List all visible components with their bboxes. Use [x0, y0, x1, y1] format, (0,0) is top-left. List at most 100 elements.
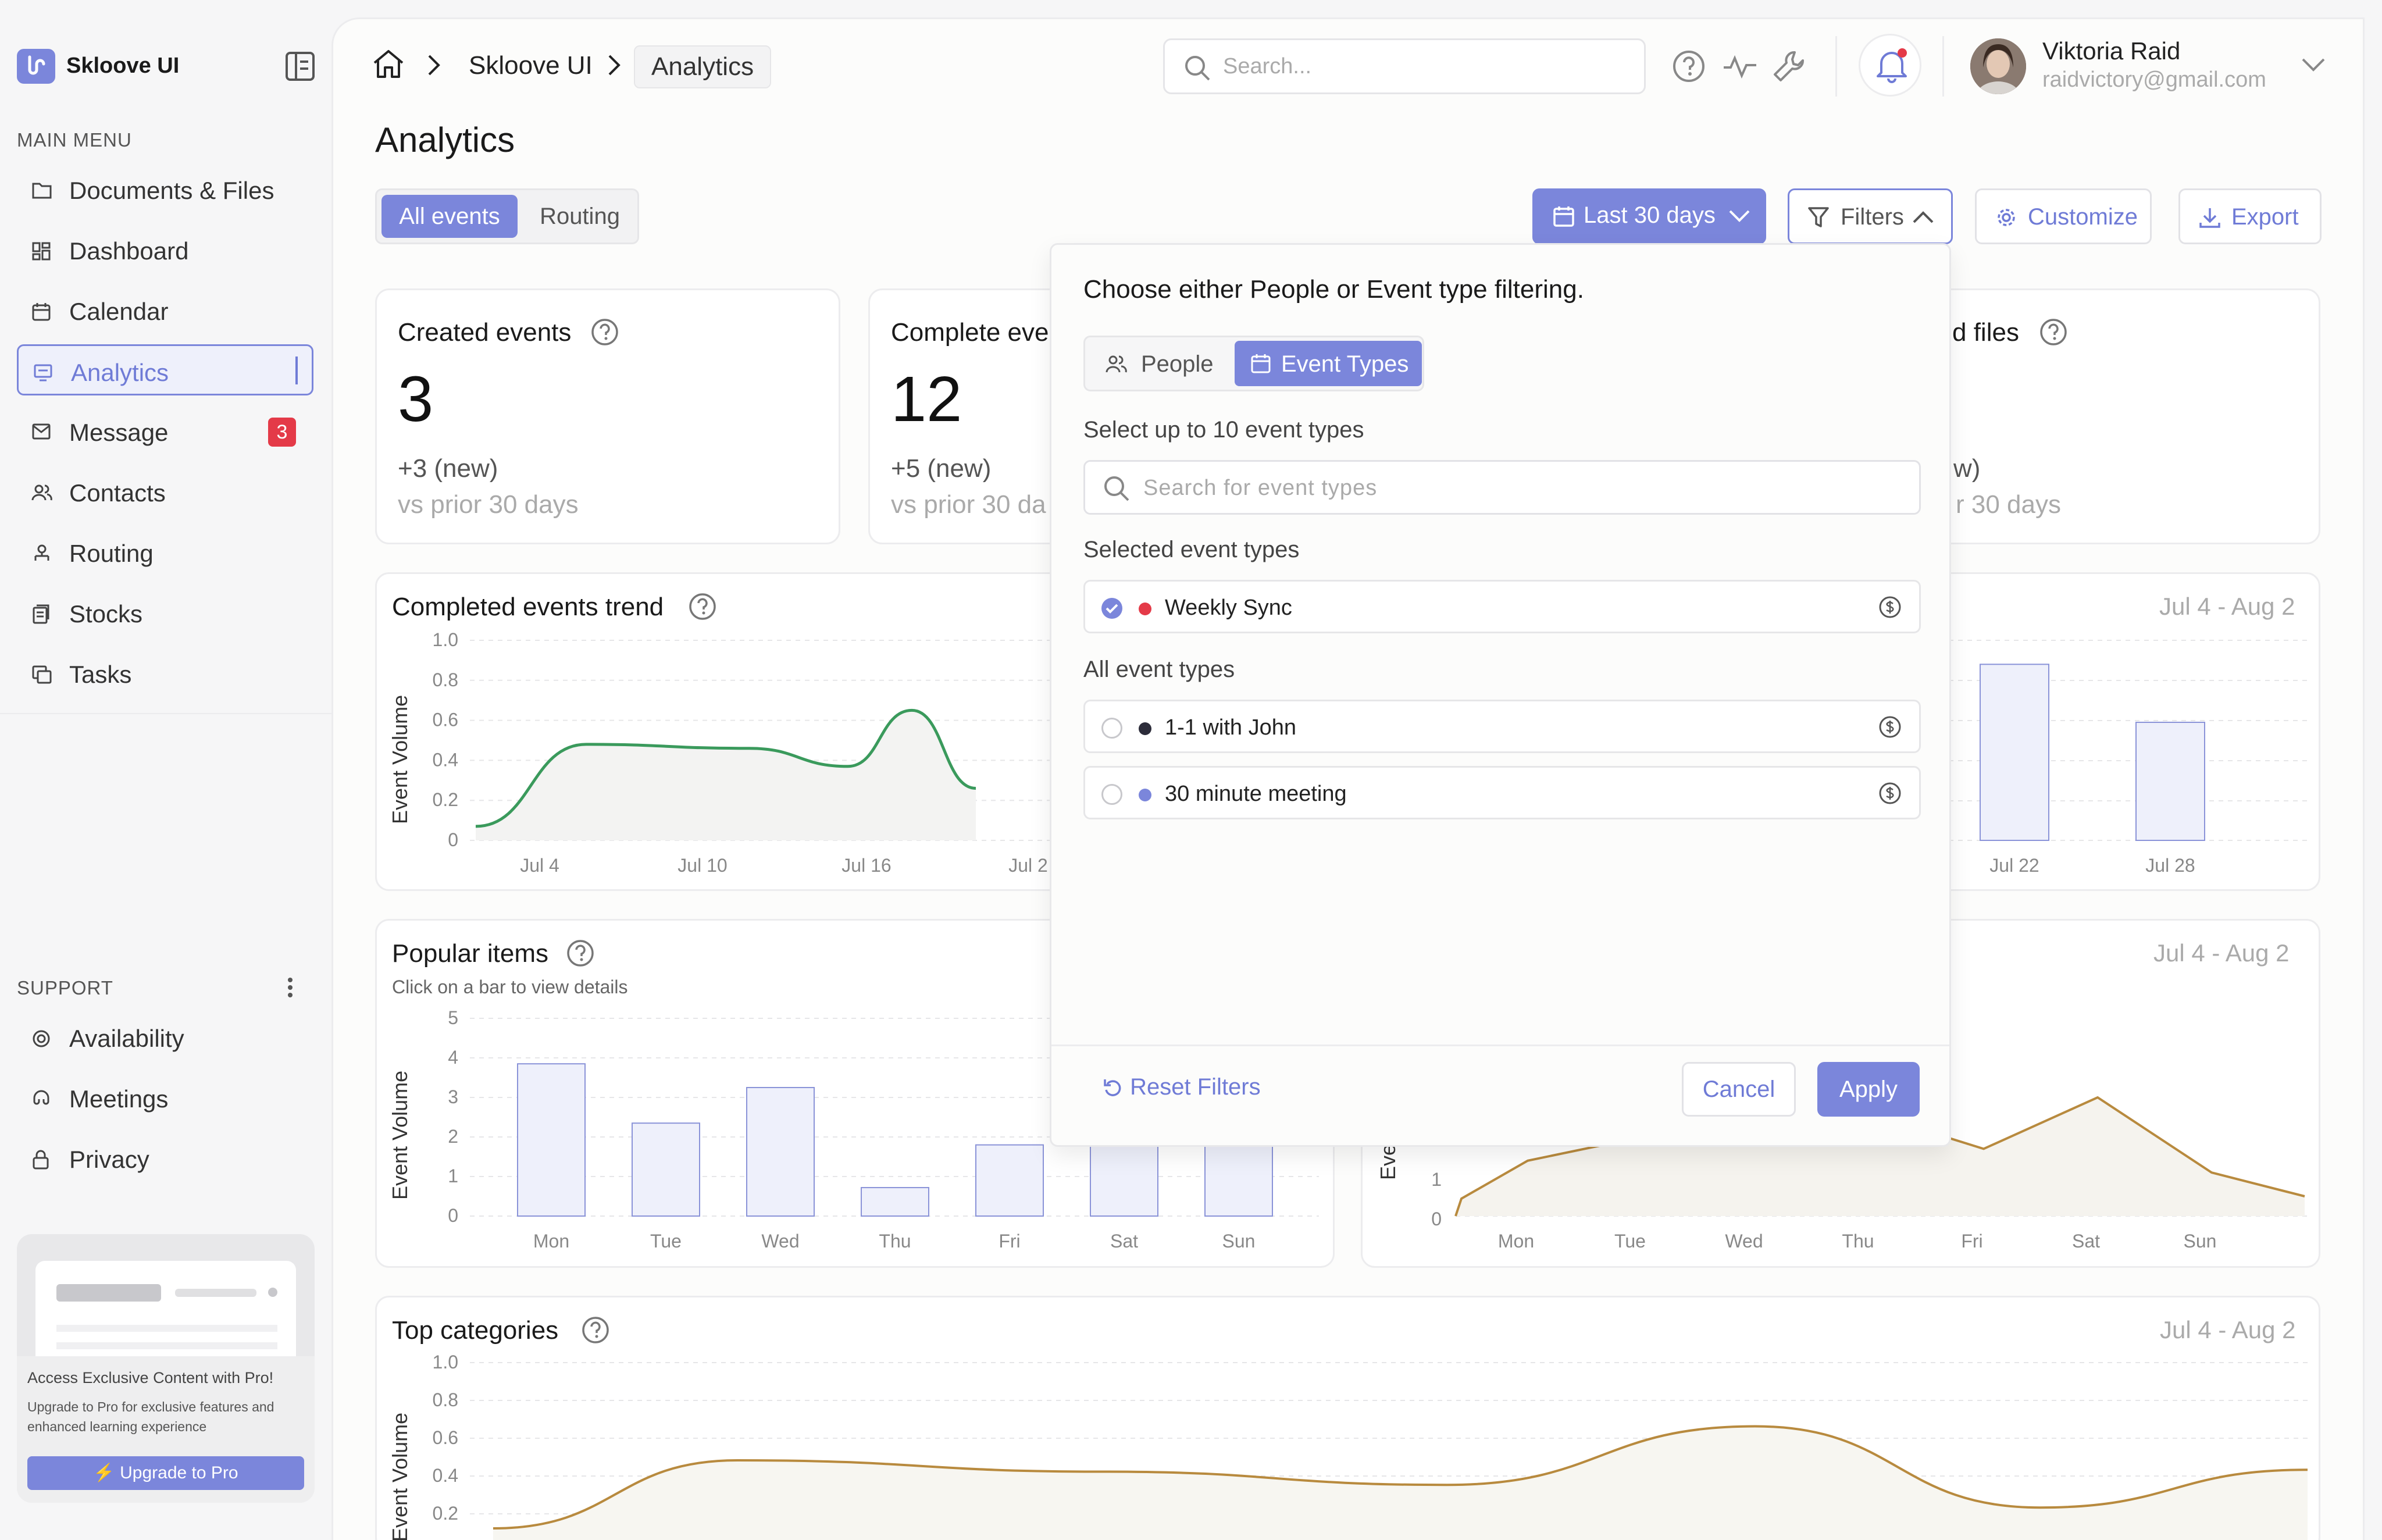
calendar-icon [32, 302, 51, 324]
notification-button[interactable] [1859, 34, 1921, 97]
toggle-people[interactable]: People [1091, 341, 1225, 386]
chevron-down-icon[interactable] [2302, 57, 2325, 75]
sidebar-item-meetings[interactable]: Meetings [17, 1072, 313, 1124]
avatar[interactable] [1970, 38, 2026, 94]
sidebar-item-label: Tasks [69, 661, 132, 688]
toggle-events-label: Event Types [1281, 351, 1409, 377]
y-axis-title: Event Volume [388, 1071, 412, 1200]
stat-card-created[interactable]: Created events 3 +3 (new) vs prior 30 da… [375, 288, 840, 544]
activity-icon[interactable] [1723, 52, 1757, 83]
x-tick-label: Thu [879, 1231, 911, 1252]
x-tick-label: Tue [1614, 1231, 1646, 1252]
tasks-icon [32, 665, 52, 687]
apply-button[interactable]: Apply [1817, 1062, 1920, 1117]
x-tick-label: Sat [2072, 1231, 2100, 1252]
routing-icon [32, 544, 52, 566]
sidebar-divider [0, 713, 331, 714]
reset-filters-button[interactable]: Reset Filters [1103, 1074, 1261, 1100]
bar [861, 1187, 929, 1217]
filters-button[interactable]: Filters [1788, 188, 1953, 244]
sidebar-item-label: Documents & Files [69, 177, 274, 204]
x-tick-label: Wed [1725, 1231, 1763, 1252]
sidebar-item-stocks[interactable]: Stocks [17, 587, 313, 639]
selected-types-label: Selected event types [1083, 537, 1300, 562]
sidebar-item-label: Analytics [71, 359, 169, 386]
tab-routing[interactable]: Routing [526, 195, 634, 238]
y-tick-label: 1 [448, 1165, 458, 1186]
x-tick-label: Jul 10 [677, 855, 727, 876]
checked-radio-icon[interactable] [1100, 597, 1124, 623]
event-type-search-input[interactable]: Search for event types [1083, 460, 1921, 515]
sidebar-item-label: Routing [69, 540, 154, 567]
event-name: Weekly Sync [1165, 596, 1292, 620]
promo-subtitle: Upgrade to Pro for exclusive features an… [27, 1399, 274, 1434]
more-vertical-icon[interactable] [287, 977, 293, 1001]
customize-button[interactable]: Customize [1975, 188, 2152, 244]
radio-unchecked[interactable] [1101, 718, 1122, 739]
x-tick-label: Jul 22 [1989, 855, 2039, 876]
y-axis-title: Event Volume [388, 695, 412, 824]
select-limit-label: Select up to 10 event types [1083, 417, 1364, 443]
x-tick-label: Sun [2184, 1231, 2217, 1252]
lightning-icon: ⚡ [93, 1463, 120, 1482]
bar [1980, 664, 2049, 841]
sidebar-collapse-icon[interactable] [285, 51, 315, 84]
sidebar-item-privacy[interactable]: Privacy [17, 1133, 313, 1184]
stat-delta: +3 (new) [398, 454, 498, 483]
stat-compare: vs prior 30 days [398, 490, 579, 519]
date-range-button[interactable]: Last 30 days [1532, 188, 1766, 244]
sidebar-item-documents[interactable]: Documents & Files [17, 164, 313, 215]
sidebar-item-analytics[interactable]: Analytics [17, 344, 313, 395]
sidebar-item-availability[interactable]: Availability [17, 1012, 313, 1063]
event-name: 30 minute meeting [1165, 782, 1347, 806]
sidebar-item-dashboard[interactable]: Dashboard [17, 224, 313, 276]
radio-unchecked[interactable] [1101, 784, 1122, 805]
y-tick-label: 0.8 [433, 669, 458, 690]
search-icon [1183, 54, 1211, 85]
y-tick-label: 0.6 [433, 1427, 458, 1448]
export-button[interactable]: Export [2178, 188, 2322, 244]
home-icon[interactable] [372, 49, 405, 82]
help-icon[interactable] [591, 318, 619, 349]
bell-icon [1875, 47, 1908, 87]
search-placeholder: Search... [1223, 54, 1312, 79]
y-tick-label: 0.8 [433, 1389, 458, 1410]
meetings-icon [32, 1090, 51, 1111]
help-icon[interactable] [2039, 318, 2067, 349]
search-input[interactable]: Search... [1163, 38, 1646, 94]
chevron-right-icon [427, 55, 441, 79]
wrench-icon[interactable] [1773, 49, 1806, 85]
breadcrumb-item[interactable]: Skloove UI [469, 51, 593, 80]
stat-title: Created events [398, 318, 572, 347]
y-tick-label: 0.2 [433, 789, 458, 810]
sidebar-item-tasks[interactable]: Tasks [17, 648, 313, 699]
stat-delta: w) [1953, 454, 1981, 483]
event-name: 1-1 with John [1165, 715, 1297, 740]
bar [632, 1122, 700, 1217]
header-divider [1835, 36, 1837, 97]
tab-all-events[interactable]: All events [381, 195, 518, 238]
x-tick-label: Sat [1110, 1231, 1138, 1252]
sidebar-item-label: Privacy [69, 1146, 149, 1173]
selected-event-row[interactable]: Weekly Sync [1083, 580, 1921, 633]
event-color-dot [1139, 722, 1151, 735]
message-count-badge: 3 [268, 418, 296, 447]
sidebar-item-routing[interactable]: Routing [17, 527, 313, 578]
x-tick-label: Mon [1498, 1231, 1534, 1252]
toggle-event-types[interactable]: Event Types [1235, 341, 1422, 386]
sidebar-item-message[interactable]: Message 3 [17, 406, 313, 457]
event-row[interactable]: 1-1 with John [1083, 700, 1921, 753]
sidebar-item-label: Dashboard [69, 237, 189, 265]
cancel-button[interactable]: Cancel [1682, 1062, 1796, 1117]
help-icon[interactable] [1673, 50, 1705, 85]
upgrade-button[interactable]: ⚡ Upgrade to Pro [27, 1456, 304, 1490]
x-tick-label: Tue [650, 1231, 682, 1252]
filter-mode-toggle: People Event Types [1083, 336, 1424, 391]
sidebar-item-contacts[interactable]: Contacts [17, 466, 313, 518]
x-tick-label: Jul 28 [2145, 855, 2195, 876]
dashboard-icon [32, 242, 51, 263]
sidebar-item-calendar[interactable]: Calendar [17, 285, 313, 336]
bar [746, 1087, 815, 1217]
event-row[interactable]: 30 minute meeting [1083, 766, 1921, 819]
y-tick-label: 0.4 [433, 749, 458, 770]
